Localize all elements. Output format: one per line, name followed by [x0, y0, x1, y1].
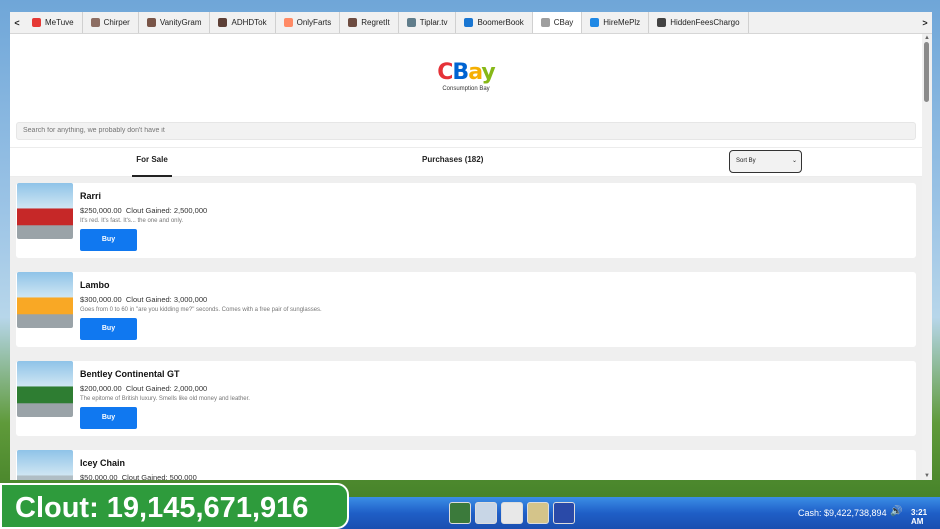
list-item: Icey Chain $50,000.00 Clout Gained: 500,0… — [16, 449, 916, 481]
regretit-icon — [348, 18, 358, 27]
taskbar-apps — [449, 502, 575, 524]
tab-label: RegretIt — [361, 18, 390, 27]
hiremeplz-icon — [590, 18, 600, 27]
tab-label: Tiplar.tv — [419, 18, 448, 27]
tab-for-sale[interactable]: For Sale — [132, 148, 172, 177]
item-title: Icey Chain — [80, 457, 126, 468]
list-item: Bentley Continental GT $200,000.00 Clout … — [16, 360, 916, 436]
item-description: The epitome of British luxury. Smells li… — [80, 395, 250, 402]
chirper-icon — [90, 18, 100, 27]
hiddenfees-icon — [657, 18, 667, 27]
adhdtok-icon — [218, 18, 228, 27]
vanitygram-icon — [146, 18, 156, 27]
tab-cbay[interactable]: CBay — [532, 12, 583, 33]
item-thumbnail[interactable] — [17, 449, 73, 480]
tab-hiremeplz[interactable]: HireMePlz — [582, 12, 650, 33]
item-clout: Clout Gained: 2,000,000 — [125, 383, 208, 393]
sort-select[interactable]: Sort By ⌄ — [729, 149, 802, 173]
tab-hiddenfeeschargo[interactable]: HiddenFeesChargo — [649, 12, 749, 33]
item-thumbnail[interactable] — [17, 360, 73, 417]
tab-list: MeTuve Chirper VanityGram ADHDTok OnlyFarts R… — [24, 12, 918, 33]
scroll-thumb[interactable] — [924, 42, 929, 102]
tab-scroll-left-button[interactable]: < — [10, 12, 24, 33]
buy-button[interactable]: Buy — [80, 317, 137, 340]
item-meta: $250,000.00 Clout Gained: 2,500,000 — [80, 206, 207, 215]
tiplar-icon — [406, 18, 416, 27]
boomerbook-icon — [464, 18, 474, 27]
scroll-up-icon[interactable]: ▲ — [922, 34, 932, 42]
item-title: Bentley Continental GT — [80, 368, 180, 379]
metuve-icon — [32, 18, 41, 27]
cbay-icon — [540, 18, 550, 27]
obs-icon[interactable] — [527, 502, 549, 524]
tab-label: Chirper — [103, 18, 130, 27]
listing-nav: For Sale Purchases (182) Sort By ⌄ — [10, 146, 922, 177]
tab-label: CBay — [553, 18, 574, 27]
item-description: It's red. It's fast. It's... the one and… — [80, 217, 184, 224]
tab-label: HiddenFeesChargo — [670, 18, 740, 27]
tab-label: HireMePlz — [603, 18, 641, 27]
item-clout: Clout Gained: 2,500,000 — [125, 205, 208, 215]
chevron-down-icon: ⌄ — [791, 157, 797, 164]
tab-adhdtok[interactable]: ADHDTok — [210, 12, 276, 33]
item-thumbnail[interactable] — [17, 182, 73, 239]
clock: 3:21 AM — [911, 508, 928, 526]
item-meta: $300,000.00 Clout Gained: 3,000,000 — [80, 295, 207, 304]
tab-label: MeTuve — [45, 18, 74, 27]
item-clout: Clout Gained: 3,000,000 — [125, 294, 208, 304]
tab-scroll-right-button[interactable]: > — [918, 12, 932, 33]
tab-label: OnlyFarts — [296, 18, 332, 27]
item-thumbnail[interactable] — [17, 271, 73, 328]
page-scrollbar[interactable]: ▲ ▼ — [922, 34, 932, 480]
volume-icon[interactable]: 🔊 — [890, 506, 902, 517]
tab-purchases[interactable]: Purchases (182) — [422, 148, 483, 177]
logo-subtitle: Consumption Bay — [442, 85, 490, 92]
browser-window: < MeTuve Chirper VanityGram ADHDTok OnlyFart… — [10, 12, 932, 480]
tab-vanitygram[interactable]: VanityGram — [139, 12, 211, 33]
mascot-icon[interactable] — [475, 502, 497, 524]
onlyfarts-icon — [283, 18, 293, 27]
search-input[interactable] — [16, 121, 916, 140]
item-meta: $50,000.00 Clout Gained: 500,000 — [80, 473, 197, 481]
tab-label: BoomerBook — [477, 18, 524, 27]
tab-chirper[interactable]: Chirper — [83, 12, 139, 33]
cbay-logo[interactable]: CBay — [437, 61, 495, 84]
obs-ring-icon[interactable] — [449, 502, 471, 524]
tab-label: ADHDTok — [231, 18, 267, 27]
tab-tiplar-tv[interactable]: Tiplar.tv — [399, 12, 457, 33]
avatar-icon[interactable] — [501, 502, 523, 524]
tab-onlyfarts[interactable]: OnlyFarts — [276, 12, 341, 33]
item-price: $300,000.00 — [80, 294, 122, 304]
item-meta: $200,000.00 Clout Gained: 2,000,000 — [80, 384, 207, 393]
tab-bar: < MeTuve Chirper VanityGram ADHDTok OnlyFart… — [10, 12, 932, 34]
item-price: $50,000.00 — [80, 472, 118, 481]
clout-counter: Clout: 19,145,671,916 — [0, 483, 349, 529]
item-list: Rarri $250,000.00 Clout Gained: 2,500,000… — [10, 176, 922, 481]
scroll-down-icon[interactable]: ▼ — [922, 472, 932, 480]
buy-button[interactable]: Buy — [80, 228, 137, 251]
irc-icon[interactable] — [553, 502, 575, 524]
list-item: Lambo $300,000.00 Clout Gained: 3,000,000… — [16, 271, 916, 347]
item-title: Lambo — [80, 279, 110, 290]
buy-button[interactable]: Buy — [80, 406, 137, 429]
item-clout: Clout Gained: 500,000 — [121, 472, 197, 481]
tab-metuve[interactable]: MeTuve — [24, 12, 83, 33]
item-price: $200,000.00 — [80, 383, 122, 393]
item-description: Goes from 0 to 60 in "are you kidding me… — [80, 306, 322, 313]
tab-regretit[interactable]: RegretIt — [340, 12, 399, 33]
item-price: $250,000.00 — [80, 205, 122, 215]
cash-display: Cash: $9,422,738,894 — [798, 508, 887, 518]
item-title: Rarri — [80, 190, 102, 201]
tab-label: VanityGram — [159, 18, 202, 27]
cbay-page: CBay Consumption Bay For Sale Purchases … — [10, 34, 922, 480]
logo-area: CBay Consumption Bay — [10, 34, 922, 119]
list-item: Rarri $250,000.00 Clout Gained: 2,500,000… — [16, 182, 916, 258]
tab-boomerbook[interactable]: BoomerBook — [456, 12, 533, 33]
